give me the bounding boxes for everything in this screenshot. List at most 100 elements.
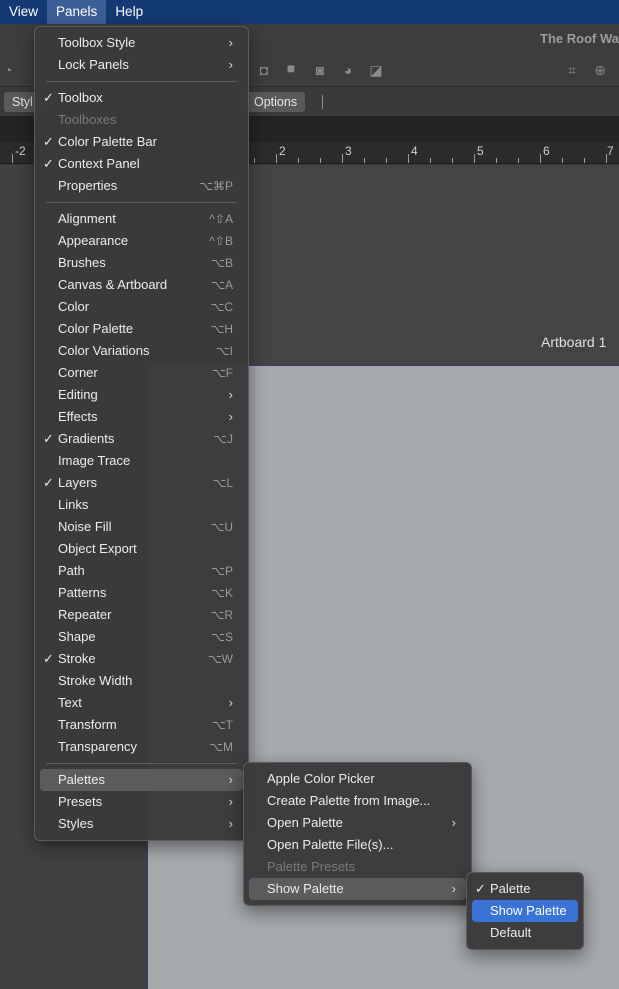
menu-help[interactable]: Help — [106, 0, 152, 24]
options-button[interactable]: Options — [246, 92, 306, 112]
menu-item-label: Create Palette from Image... — [267, 793, 431, 808]
ruler-tick — [474, 154, 475, 163]
show-palette-item-show-palette[interactable]: Show Palette — [472, 900, 578, 922]
panels-item-lock-panels[interactable]: Lock Panels › — [40, 54, 243, 76]
panels-item-gradients[interactable]: ✓ Gradients ⌥J — [40, 428, 243, 450]
shortcut-label: ⌥A — [211, 278, 233, 292]
panels-menu: Toolbox Style › Lock Panels › ✓ Toolbox Toolbo… — [34, 26, 249, 841]
panels-item-color[interactable]: Color ⌥C — [40, 296, 243, 318]
panels-item-patterns[interactable]: Patterns ⌥K — [40, 582, 243, 604]
menu-item-label: Show Palette — [490, 903, 567, 918]
panels-item-styles[interactable]: Styles › — [40, 813, 243, 835]
ruler-label: 5 — [477, 144, 484, 158]
ruler-tick — [430, 158, 431, 163]
panels-item-appearance[interactable]: Appearance ^⇧B — [40, 230, 243, 252]
menu-item-label: Transparency — [58, 739, 137, 754]
show-palette-item-palette[interactable]: ✓ Palette — [472, 878, 578, 900]
menu-item-label: Show Palette — [267, 881, 344, 896]
menu-item-label: Brushes — [58, 255, 106, 270]
shortcut-label: ⌥J — [213, 432, 233, 446]
boolean-divide-icon[interactable]: ◪ — [368, 62, 384, 78]
menu-view[interactable]: View — [0, 0, 47, 24]
palettes-item-show-palette[interactable]: Show Palette › — [249, 878, 466, 900]
ruler-tick — [562, 158, 563, 163]
panels-item-transparency[interactable]: Transparency ⌥M — [40, 736, 243, 758]
menu-item-label: Effects — [58, 409, 98, 424]
panels-item-canvas-and-artboard[interactable]: Canvas & Artboard ⌥A — [40, 274, 243, 296]
panels-item-properties[interactable]: Properties ⌥⌘P — [40, 175, 243, 197]
menu-item-label: Styles — [58, 816, 94, 831]
menu-item-label: Toolboxes — [58, 112, 117, 127]
panels-item-repeater[interactable]: Repeater ⌥R — [40, 604, 243, 626]
ruler-tick — [342, 154, 343, 163]
panels-item-shape[interactable]: Shape ⌥S — [40, 626, 243, 648]
menu-item-label: Context Panel — [58, 156, 140, 171]
ruler-tick — [496, 158, 497, 163]
panels-item-stroke-width[interactable]: Stroke Width — [40, 670, 243, 692]
panels-item-palettes[interactable]: Palettes › — [40, 769, 243, 791]
shortcut-label: ⌥I — [215, 344, 233, 358]
panels-item-color-variations[interactable]: Color Variations ⌥I — [40, 340, 243, 362]
panels-item-presets[interactable]: Presets › — [40, 791, 243, 813]
palettes-item-create-palette-from-image[interactable]: Create Palette from Image... — [249, 790, 466, 812]
menu-item-label: Image Trace — [58, 453, 131, 468]
panels-item-alignment[interactable]: Alignment ^⇧A — [40, 208, 243, 230]
boolean-exclude-icon[interactable]: ◕ — [340, 62, 356, 78]
checkmark-icon: ✓ — [43, 156, 54, 171]
checkmark-icon: ✓ — [43, 651, 54, 666]
panels-item-text[interactable]: Text › — [40, 692, 243, 714]
artboard-label[interactable]: Artboard 1 — [541, 334, 606, 350]
ruler-label: -2 — [15, 144, 26, 158]
panels-item-layers[interactable]: ✓ Layers ⌥L — [40, 472, 243, 494]
palettes-item-apple-color-picker[interactable]: Apple Color Picker — [249, 768, 466, 790]
chevron-right-icon: › — [228, 409, 233, 424]
grid-circle-icon[interactable]: ⊕ — [592, 62, 608, 78]
panels-item-stroke[interactable]: ✓ Stroke ⌥W — [40, 648, 243, 670]
shortcut-label: ^⇧A — [209, 212, 233, 226]
menu-item-label: Text — [58, 695, 82, 710]
panels-item-brushes[interactable]: Brushes ⌥B — [40, 252, 243, 274]
menu-item-label: Stroke Width — [58, 673, 133, 688]
panels-item-context-panel[interactable]: ✓ Context Panel — [40, 153, 243, 175]
menu-separator — [46, 763, 237, 764]
panels-item-transform[interactable]: Transform ⌥T — [40, 714, 243, 736]
crop-icon[interactable]: ⌗ — [564, 62, 580, 78]
chevron-right-icon: › — [228, 387, 233, 402]
menu-item-label: Noise Fill — [58, 519, 112, 534]
panels-item-toolbox[interactable]: ✓ Toolbox — [40, 87, 243, 109]
panels-item-noise-fill[interactable]: Noise Fill ⌥U — [40, 516, 243, 538]
show-palette-item-default[interactable]: Default — [472, 922, 578, 944]
checkmark-icon: ✓ — [475, 881, 486, 896]
menu-item-label: Layers — [58, 475, 98, 490]
ruler-tick — [452, 158, 453, 163]
show-palette-submenu: ✓ Palette Show Palette Default — [466, 872, 584, 950]
menu-item-label: Color Palette — [58, 321, 134, 336]
checkmark-icon: ✓ — [43, 475, 54, 490]
boolean-intersect-icon[interactable]: ◙ — [312, 62, 328, 78]
menu-item-label: Corner — [58, 365, 98, 380]
boolean-union-icon[interactable]: ◘ — [256, 62, 272, 78]
panels-item-effects[interactable]: Effects › — [40, 406, 243, 428]
palettes-item-open-palette[interactable]: Open Palette › — [249, 812, 466, 834]
menu-separator — [46, 202, 237, 203]
panels-item-color-palette-bar[interactable]: ✓ Color Palette Bar — [40, 131, 243, 153]
boolean-op-icon[interactable]: ◔ — [0, 62, 16, 78]
panels-item-color-palette[interactable]: Color Palette ⌥H — [40, 318, 243, 340]
menu-item-label: Open Palette — [267, 815, 343, 830]
menu-panels[interactable]: Panels — [47, 0, 107, 24]
panels-item-path[interactable]: Path ⌥P — [40, 560, 243, 582]
menu-item-label: Palette Presets — [267, 859, 356, 874]
panels-item-links[interactable]: Links — [40, 494, 243, 516]
panels-item-editing[interactable]: Editing › — [40, 384, 243, 406]
palettes-item-open-palette-file-s[interactable]: Open Palette File(s)... — [249, 834, 466, 856]
menu-item-label: Path — [58, 563, 85, 578]
shortcut-label: ⌥L — [212, 476, 233, 490]
ruler-label: 7 — [607, 144, 614, 158]
panels-item-image-trace[interactable]: Image Trace — [40, 450, 243, 472]
panels-item-object-export[interactable]: Object Export — [40, 538, 243, 560]
boolean-subtract-icon[interactable]: ■ — [283, 60, 299, 76]
panels-item-toolbox-style[interactable]: Toolbox Style › — [40, 32, 243, 54]
menu-item-label: Toolbox — [58, 90, 103, 105]
panels-item-corner[interactable]: Corner ⌥F — [40, 362, 243, 384]
menu-item-label: Color — [58, 299, 90, 314]
